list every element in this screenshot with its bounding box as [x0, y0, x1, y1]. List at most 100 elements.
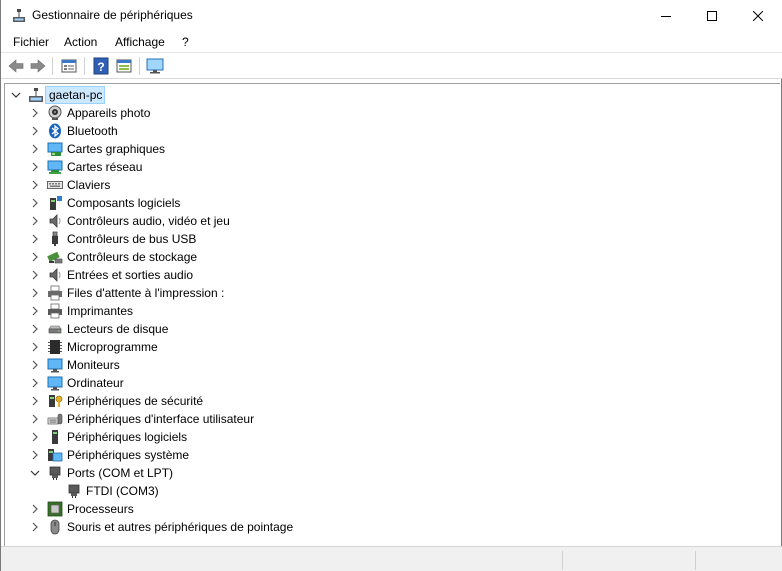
tree-item-claviers[interactable]: Claviers: [5, 176, 775, 194]
chevron-right-icon[interactable]: [30, 306, 40, 316]
chevron-right-icon[interactable]: [30, 360, 40, 370]
chevron-right-icon[interactable]: [30, 108, 40, 118]
tree-item-controleurs-audio[interactable]: Contrôleurs audio, vidéo et jeu: [5, 212, 775, 230]
device-manager-app-icon: [13, 9, 25, 22]
update-icon[interactable]: [115, 57, 133, 75]
chevron-right-icon[interactable]: [30, 378, 40, 388]
tree-item-ordinateur[interactable]: Ordinateur: [5, 374, 775, 392]
chevron-right-icon[interactable]: [30, 180, 40, 190]
tree-item-lecteurs-disque[interactable]: Lecteurs de disque: [5, 320, 775, 338]
tree-item-bluetooth[interactable]: Bluetooth: [5, 122, 775, 140]
chevron-right-icon[interactable]: [30, 414, 40, 424]
close-button[interactable]: [735, 0, 781, 31]
chevron-right-icon[interactable]: [30, 234, 40, 244]
port-icon: [49, 466, 61, 480]
chevron-right-icon[interactable]: [30, 162, 40, 172]
tree-item-label: Entrées et sorties audio: [67, 268, 194, 282]
tree-item-souris[interactable]: Souris et autres périphériques de pointa…: [5, 518, 775, 536]
toolbar-separator: [84, 57, 85, 75]
help-icon[interactable]: ?: [92, 57, 110, 75]
chevron-right-icon[interactable]: [30, 342, 40, 352]
toolbar: ?: [1, 53, 782, 79]
status-pane-divider: [695, 551, 696, 570]
tree-item-peripheriques-systeme[interactable]: Périphériques système: [5, 446, 775, 464]
menu-action[interactable]: Action: [64, 35, 97, 49]
monitor-icon: [47, 358, 63, 373]
tree-item-peripheriques-interface[interactable]: Périphériques d'interface utilisateur: [5, 410, 775, 428]
tree-item-label: Périphériques de sécurité: [67, 394, 204, 408]
software-device-icon: [52, 430, 58, 444]
tree-item-label: Périphériques logiciels: [67, 430, 188, 444]
audio-icon: [49, 214, 61, 228]
menu-help[interactable]: ?: [182, 35, 189, 49]
tree-item-peripheriques-logiciels[interactable]: Périphériques logiciels: [5, 428, 775, 446]
tree-root[interactable]: gaetan-pc: [5, 86, 775, 104]
tree-item-microprogramme[interactable]: Microprogramme: [5, 338, 775, 356]
chevron-right-icon[interactable]: [30, 126, 40, 136]
processor-icon: [47, 501, 63, 517]
tree-item-entrees-sorties-audio[interactable]: Entrées et sorties audio: [5, 266, 775, 284]
back-icon[interactable]: [7, 57, 25, 75]
chevron-right-icon[interactable]: [30, 216, 40, 226]
properties-icon[interactable]: [60, 57, 78, 75]
chevron-right-icon[interactable]: [30, 324, 40, 334]
disk-drive-icon: [48, 325, 62, 334]
chevron-right-icon[interactable]: [30, 198, 40, 208]
network-adapter-icon: [47, 160, 63, 174]
maximize-icon: [707, 10, 717, 21]
chevron-right-icon[interactable]: [30, 432, 40, 442]
tree-item-label: Moniteurs: [67, 358, 120, 372]
toolbar-separator: [139, 57, 140, 75]
computer-icon: [47, 376, 63, 391]
tree-item-appareils-photo[interactable]: Appareils photo: [5, 104, 775, 122]
chevron-down-icon[interactable]: [11, 90, 21, 100]
chevron-right-icon[interactable]: [30, 504, 40, 514]
menu-affichage[interactable]: Affichage: [115, 35, 165, 49]
printer-icon: [48, 303, 62, 319]
tree-item-controleurs-stockage[interactable]: Contrôleurs de stockage: [5, 248, 775, 266]
display-adapter-icon: [47, 142, 63, 156]
minimize-icon: [661, 15, 671, 17]
tree-item-composants-logiciels[interactable]: Composants logiciels: [5, 194, 775, 212]
maximize-button[interactable]: [689, 0, 735, 31]
tree-item-peripheriques-securite[interactable]: Périphériques de sécurité: [5, 392, 775, 410]
tree-item-ftdi-com3[interactable]: FTDI (COM3): [5, 482, 775, 500]
tree-item-label: Cartes graphiques: [67, 142, 166, 156]
tree-item-cartes-reseau[interactable]: Cartes réseau: [5, 158, 775, 176]
tree-item-label: Périphériques système: [67, 448, 190, 462]
chevron-right-icon[interactable]: [30, 144, 40, 154]
chevron-right-icon[interactable]: [30, 522, 40, 532]
tree-item-label: Claviers: [67, 178, 111, 192]
camera-icon: [48, 105, 62, 120]
tree-item-files-attente-impression[interactable]: Files d'attente à l'impression :: [5, 284, 775, 302]
tree-item-controleurs-usb[interactable]: Contrôleurs de bus USB: [5, 230, 775, 248]
chevron-right-icon[interactable]: [30, 396, 40, 406]
title-bar[interactable]: Gestionnaire de périphériques: [1, 0, 782, 31]
tree-item-moniteurs[interactable]: Moniteurs: [5, 356, 775, 374]
mouse-icon: [50, 519, 60, 535]
chevron-right-icon[interactable]: [30, 450, 40, 460]
software-component-icon: [50, 196, 62, 210]
chevron-down-icon[interactable]: [30, 468, 40, 478]
chevron-right-icon[interactable]: [30, 270, 40, 280]
port-icon: [68, 484, 80, 498]
tree-item-processeurs[interactable]: Processeurs: [5, 500, 775, 518]
svg-text:?: ?: [97, 60, 104, 74]
device-tree[interactable]: gaetan-pc Appareils photo Bluetooth Cart…: [4, 83, 780, 546]
tree-item-label: Composants logiciels: [67, 196, 181, 210]
system-device-icon: [48, 449, 63, 462]
storage-controller-icon: [47, 251, 63, 264]
chevron-right-icon[interactable]: [30, 252, 40, 262]
forward-icon[interactable]: [29, 57, 47, 75]
menu-fichier[interactable]: Fichier: [13, 35, 49, 49]
chevron-right-icon[interactable]: [30, 288, 40, 298]
toolbar-separator: [52, 57, 53, 75]
tree-item-imprimantes[interactable]: Imprimantes: [5, 302, 775, 320]
audio-io-icon: [49, 268, 61, 282]
monitor-scan-icon[interactable]: [146, 57, 164, 75]
tree-item-label: Contrôleurs audio, vidéo et jeu: [67, 214, 230, 228]
minimize-button[interactable]: [643, 0, 689, 31]
tree-item-ports[interactable]: Ports (COM et LPT): [5, 464, 775, 482]
tree-item-label: Ordinateur: [67, 376, 124, 390]
tree-item-cartes-graphiques[interactable]: Cartes graphiques: [5, 140, 775, 158]
